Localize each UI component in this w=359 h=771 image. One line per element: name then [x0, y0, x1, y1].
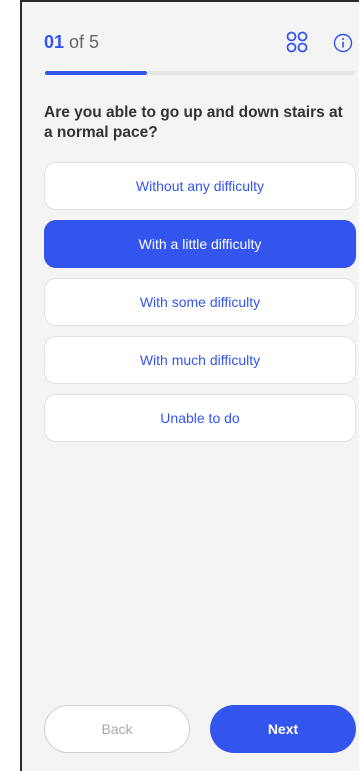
progress-total: of 5: [64, 32, 100, 52]
grid-icon[interactable]: [286, 31, 308, 53]
answer-option[interactable]: Unable to do: [44, 394, 356, 442]
answer-option[interactable]: With some difficulty: [44, 278, 356, 326]
answer-options: Without any difficulty With a little diff…: [44, 162, 356, 452]
answer-option[interactable]: With much difficulty: [44, 336, 356, 384]
answer-option[interactable]: Without any difficulty: [44, 162, 356, 210]
next-button[interactable]: Next: [210, 705, 356, 753]
progress-counter: 01 of 5: [44, 32, 99, 53]
question-text: Are you able to go up and down stairs at…: [44, 104, 343, 141]
answer-option[interactable]: With a little difficulty: [44, 220, 356, 268]
progress-current: 01: [44, 32, 65, 52]
back-button[interactable]: Back: [44, 705, 190, 753]
progress-bar: [45, 71, 355, 75]
progress-bar-fill: [45, 71, 148, 75]
questionnaire-screen: 01 of 5 Are you able to go up and down s…: [20, 0, 359, 771]
info-icon[interactable]: [333, 33, 353, 53]
